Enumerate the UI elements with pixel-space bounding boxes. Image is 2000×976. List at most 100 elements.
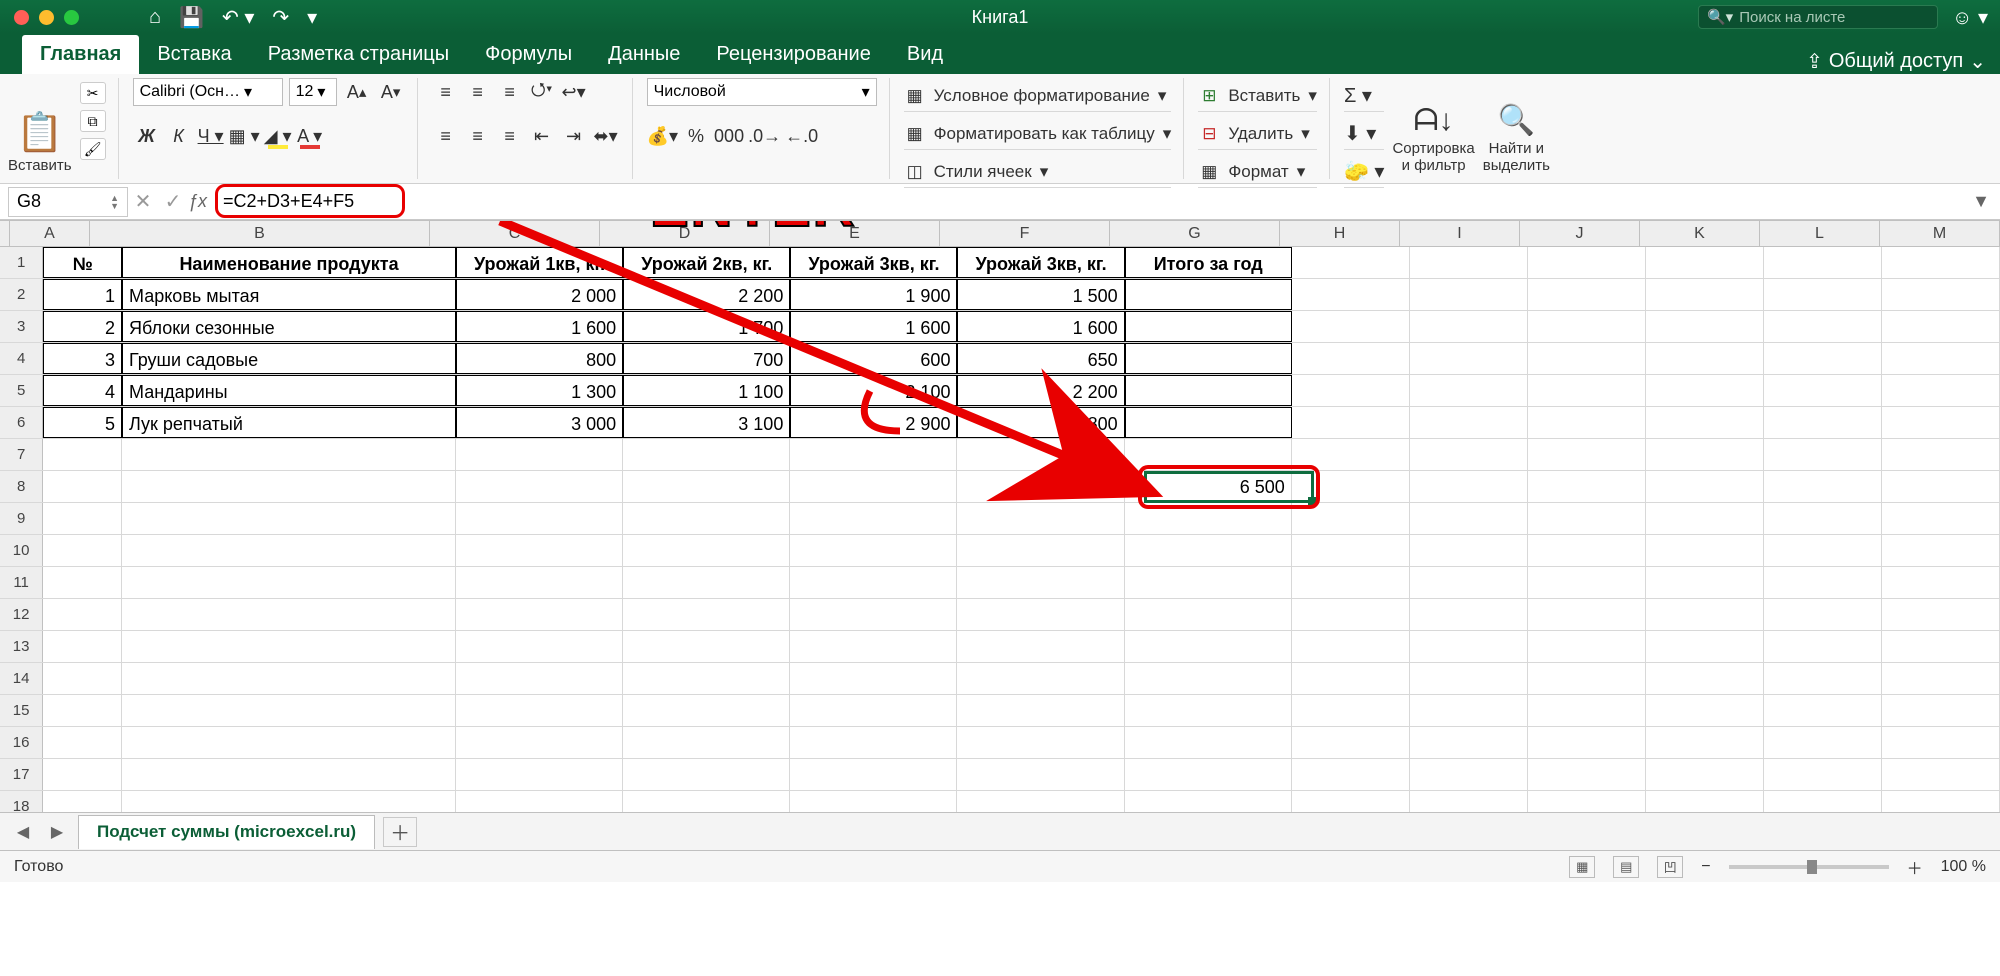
cell[interactable] [1882, 503, 2000, 534]
view-page-layout-button[interactable]: ▤ [1613, 856, 1639, 878]
autosum-button[interactable]: Σ ▾ [1344, 80, 1385, 112]
tab-formulas[interactable]: Формулы [467, 35, 590, 74]
row-header[interactable]: 4 [0, 343, 43, 374]
cell[interactable] [1764, 407, 1882, 438]
cell[interactable] [1528, 535, 1646, 566]
cell[interactable] [1410, 631, 1528, 662]
cell[interactable]: 2 200 [957, 375, 1124, 406]
cell[interactable] [43, 471, 122, 502]
cell[interactable] [1410, 247, 1528, 278]
cut-button[interactable]: ✂ [80, 82, 106, 104]
row-header[interactable]: 8 [0, 471, 43, 502]
cell[interactable] [1410, 535, 1528, 566]
cell[interactable] [1410, 727, 1528, 758]
name-box[interactable]: G8 ▲▼ [8, 187, 128, 217]
search-input[interactable]: 🔍▾ Поиск на листе [1698, 5, 1938, 29]
cell[interactable] [43, 599, 122, 630]
cell[interactable]: Урожай 2кв, кг. [623, 247, 790, 278]
cell[interactable] [1125, 407, 1292, 438]
cell[interactable]: 2 900 [790, 407, 957, 438]
align-right-button[interactable]: ≡ [496, 122, 524, 150]
column-header[interactable]: C [430, 221, 600, 246]
cell[interactable] [623, 567, 790, 598]
tab-page-layout[interactable]: Разметка страницы [250, 35, 467, 74]
cell[interactable] [1292, 407, 1410, 438]
tab-home[interactable]: Главная [22, 35, 139, 74]
increase-indent-button[interactable]: ⇥ [560, 122, 588, 150]
cell[interactable] [1764, 311, 1882, 342]
row-header[interactable]: 7 [0, 439, 43, 470]
fill-color-button[interactable]: ◢ ▾ [264, 122, 292, 150]
row-header[interactable]: 9 [0, 503, 43, 534]
row-header[interactable]: 18 [0, 791, 43, 812]
cell[interactable] [1646, 663, 1764, 694]
cell[interactable] [1410, 407, 1528, 438]
fx-icon[interactable]: ƒx [188, 191, 207, 212]
cell[interactable] [1292, 567, 1410, 598]
clear-button[interactable]: 🧽 ▾ [1344, 156, 1385, 188]
cell[interactable] [1528, 791, 1646, 812]
cell[interactable] [43, 695, 122, 726]
cell[interactable] [1410, 343, 1528, 374]
row-header[interactable]: 11 [0, 567, 43, 598]
zoom-out-button[interactable]: − [1701, 858, 1710, 876]
cell[interactable] [122, 663, 456, 694]
cell[interactable]: Итого за год [1125, 247, 1292, 278]
font-size-combo[interactable]: 12▾ [289, 78, 337, 106]
cell[interactable] [623, 535, 790, 566]
cell[interactable] [1646, 503, 1764, 534]
cell[interactable]: 2 200 [623, 279, 790, 310]
cell[interactable] [790, 567, 957, 598]
sheet-nav-next[interactable]: ▶ [44, 819, 70, 845]
cell[interactable] [1410, 439, 1528, 470]
cell[interactable] [790, 439, 957, 470]
maximize-window-button[interactable] [64, 10, 79, 25]
cell[interactable] [456, 759, 623, 790]
cell[interactable] [1528, 759, 1646, 790]
cell[interactable] [790, 535, 957, 566]
number-format-combo[interactable]: Числовой▾ [647, 78, 877, 106]
cell[interactable] [122, 567, 456, 598]
cell[interactable] [1646, 535, 1764, 566]
tab-review[interactable]: Рецензирование [698, 35, 888, 74]
align-left-button[interactable]: ≡ [432, 122, 460, 150]
cell[interactable] [1125, 439, 1292, 470]
underline-button[interactable]: Ч ▾ [197, 122, 225, 150]
increase-font-button[interactable]: A▴ [343, 78, 371, 106]
cell[interactable]: 650 [957, 343, 1124, 374]
cell[interactable] [1882, 375, 2000, 406]
cell[interactable] [623, 727, 790, 758]
cell[interactable]: Лук репчатый [122, 407, 456, 438]
cell[interactable] [456, 727, 623, 758]
cell[interactable]: Урожай 3кв, кг. [957, 247, 1124, 278]
cell[interactable] [957, 791, 1124, 812]
tab-view[interactable]: Вид [889, 35, 961, 74]
cell[interactable] [623, 759, 790, 790]
cell[interactable] [1764, 663, 1882, 694]
cell[interactable] [1125, 279, 1292, 310]
row-header[interactable]: 5 [0, 375, 43, 406]
cell[interactable] [456, 695, 623, 726]
cell[interactable] [1646, 567, 1764, 598]
cell[interactable] [1882, 535, 2000, 566]
cell[interactable] [1646, 471, 1764, 502]
cell[interactable] [1125, 503, 1292, 534]
cell[interactable] [1125, 567, 1292, 598]
cell[interactable]: 700 [623, 343, 790, 374]
cell[interactable] [1125, 343, 1292, 374]
paste-button[interactable]: 📋 Вставить [8, 78, 72, 174]
cell[interactable] [122, 535, 456, 566]
cell[interactable] [1764, 759, 1882, 790]
cell[interactable] [1125, 663, 1292, 694]
increase-decimal-button[interactable]: .0→ [748, 122, 781, 150]
cell[interactable] [43, 567, 122, 598]
row-header[interactable]: 15 [0, 695, 43, 726]
cell[interactable] [957, 503, 1124, 534]
cell[interactable] [122, 695, 456, 726]
cell[interactable] [1646, 695, 1764, 726]
format-as-table-button[interactable]: ▦Форматировать как таблицу ▾ [904, 118, 1172, 150]
wrap-text-button[interactable]: ↩▾ [560, 78, 588, 106]
cell[interactable] [790, 727, 957, 758]
fill-handle[interactable] [1308, 497, 1316, 505]
find-select-button[interactable]: 🔍 Найти и выделить [1483, 78, 1550, 174]
